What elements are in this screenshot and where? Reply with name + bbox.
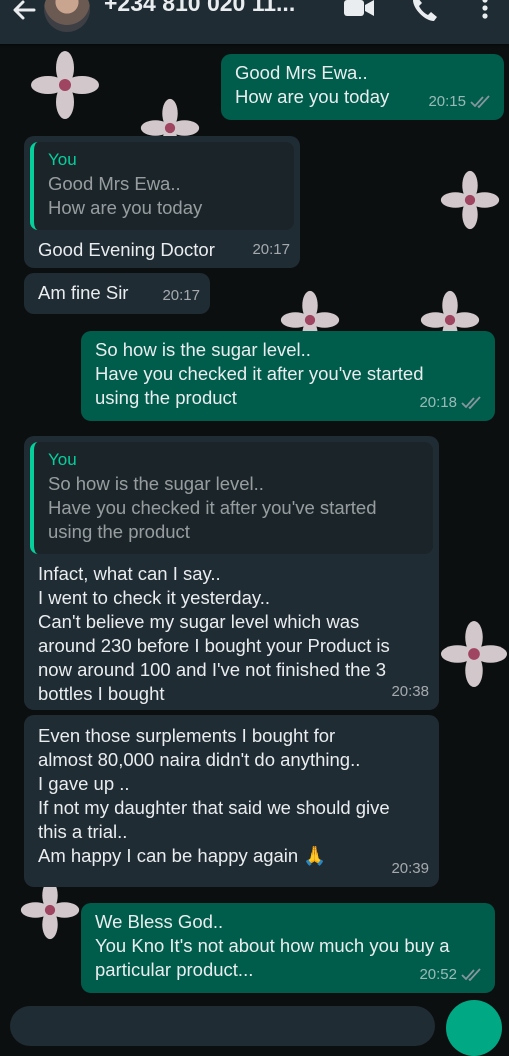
background-flower-icon — [440, 170, 500, 230]
read-ticks-icon — [470, 95, 490, 109]
contact-name[interactable]: +234 810 020 11... — [104, 0, 295, 17]
background-flower-icon — [20, 880, 80, 940]
phone-icon[interactable] — [410, 0, 440, 24]
quoted-message[interactable]: You So how is the sugar level.. Have you… — [30, 442, 433, 554]
message-bubble-incoming[interactable]: Even those surplements I bought for almo… — [24, 715, 439, 887]
message-meta: 20:17 — [252, 238, 290, 262]
message-meta: 20:18 — [419, 391, 485, 415]
message-text: Infact, what can I say.. I went to check… — [38, 563, 390, 704]
message-meta: 20:39 — [391, 857, 429, 881]
quoted-message[interactable]: You Good Mrs Ewa.. How are you today — [30, 142, 294, 230]
message-meta: 20:17 — [162, 284, 200, 308]
message-time: 20:18 — [419, 394, 457, 411]
message-input-bar[interactable] — [10, 1006, 435, 1046]
message-text: Even those surplements I bought for almo… — [38, 725, 390, 866]
quote-text: So how is the sugar level.. Have you che… — [48, 473, 377, 542]
message-meta: 20:38 — [391, 680, 429, 704]
back-arrow-icon[interactable] — [8, 0, 40, 26]
chat-header: +234 810 020 11... — [0, 0, 509, 44]
message-bubble-incoming[interactable]: Am fine Sir 20:17 — [24, 273, 210, 314]
background-flower-icon — [30, 50, 100, 120]
message-time: 20:39 — [391, 860, 429, 877]
message-time: 20:52 — [419, 966, 457, 983]
message-meta: 20:52 — [419, 963, 485, 987]
message-time: 20:38 — [391, 683, 429, 700]
message-time: 20:17 — [252, 241, 290, 258]
mic-button[interactable] — [446, 1000, 502, 1056]
quote-author: You — [48, 150, 77, 169]
avatar[interactable] — [44, 0, 90, 32]
quote-author: You — [48, 450, 77, 469]
video-call-icon[interactable] — [342, 0, 376, 22]
message-time: 20:15 — [428, 93, 466, 110]
message-meta: 20:15 — [428, 90, 494, 114]
read-ticks-icon — [461, 968, 481, 982]
message-bubble-outgoing[interactable]: So how is the sugar level.. Have you che… — [81, 331, 495, 421]
more-vert-icon[interactable] — [478, 0, 492, 24]
message-bubble-incoming[interactable]: You So how is the sugar level.. Have you… — [24, 436, 439, 710]
message-time: 20:17 — [162, 287, 200, 304]
message-bubble-outgoing[interactable]: We Bless God.. You Kno It's not about ho… — [81, 903, 495, 993]
read-ticks-icon — [461, 396, 481, 410]
background-flower-icon — [440, 620, 508, 688]
quote-text: Good Mrs Ewa.. How are you today — [48, 173, 203, 218]
message-bubble-outgoing[interactable]: Good Mrs Ewa.. How are you today 20:15 — [221, 54, 504, 120]
message-bubble-incoming[interactable]: You Good Mrs Ewa.. How are you today Goo… — [24, 136, 300, 268]
